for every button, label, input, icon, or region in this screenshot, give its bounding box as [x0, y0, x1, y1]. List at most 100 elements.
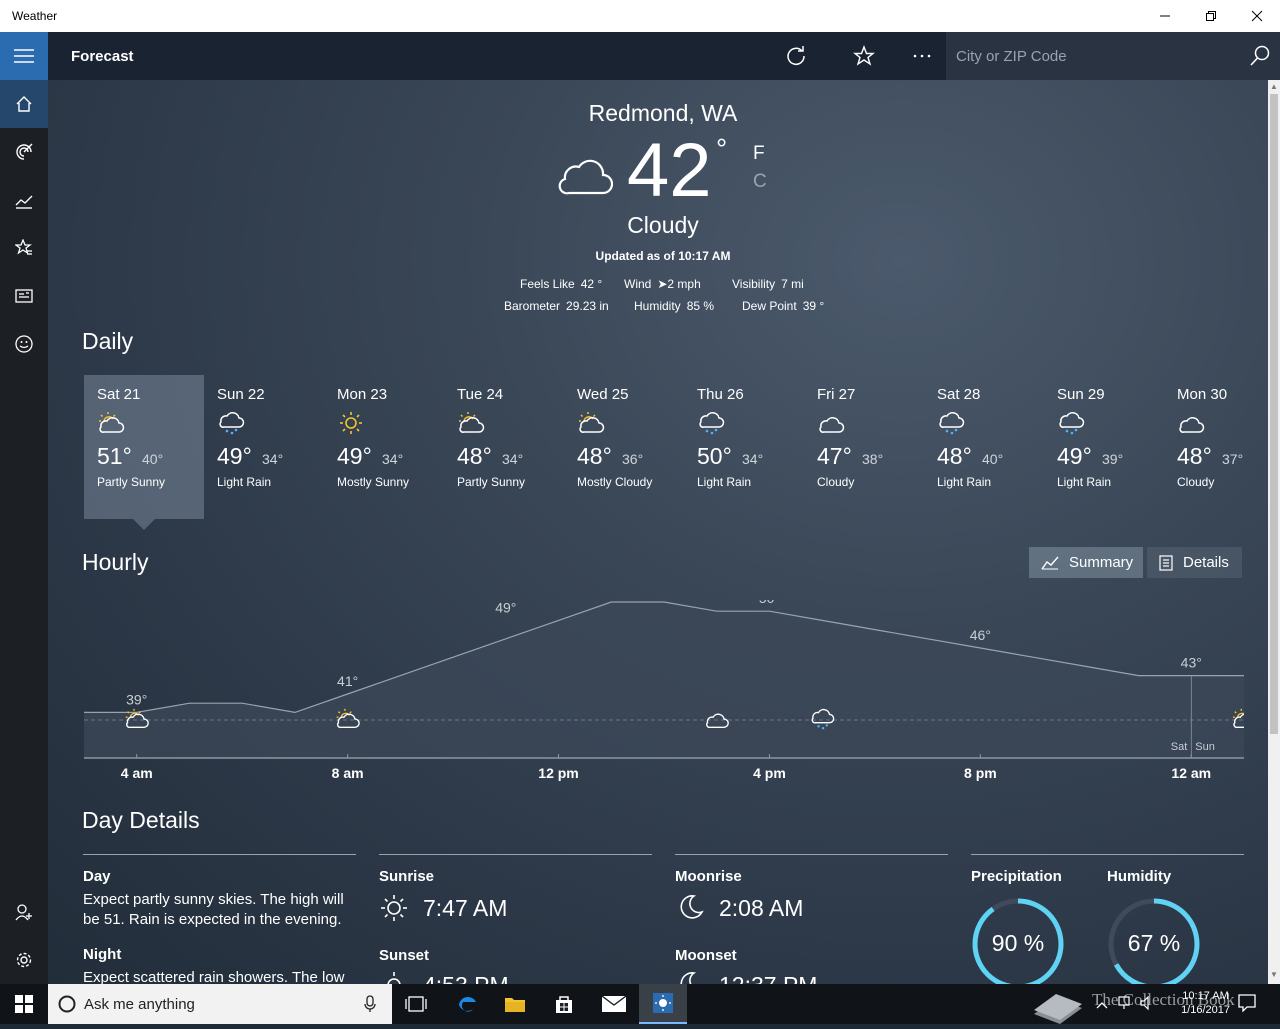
sidebar-item-feedback[interactable]	[0, 320, 48, 368]
home-icon	[16, 96, 32, 112]
wind-arrow-icon: ➤	[657, 277, 668, 291]
restore-button[interactable]	[1188, 0, 1234, 32]
night-text: Expect scattered rain showers. The low	[83, 969, 345, 984]
book-icon	[1034, 994, 1082, 1024]
user-add-icon	[15, 904, 32, 921]
weather-app-button[interactable]	[639, 984, 687, 1024]
daily-forecast-item[interactable]: Thu 26 50° 34° Light Rain	[684, 375, 804, 519]
day-low-temp: 34°	[262, 451, 284, 467]
humidity-label: Humidity	[1107, 868, 1172, 885]
daily-forecast-item[interactable]: Sat 28 48° 40° Light Rain	[924, 375, 1044, 519]
day-name: Tue 24	[457, 386, 504, 403]
day-name: Mon 23	[337, 386, 388, 403]
microphone-icon[interactable]	[364, 995, 376, 1013]
daily-forecast-item[interactable]: Tue 24 48° 34° Partly Sunny	[444, 375, 564, 519]
chart-icon	[1041, 556, 1059, 569]
daily-forecast-item[interactable]: Sun 22 49° 34° Light Rain	[204, 375, 324, 519]
search-input[interactable]	[956, 46, 1236, 66]
system-clock[interactable]: 10:17 AM 1/16/2017	[1181, 989, 1230, 1017]
volume-icon[interactable]	[1140, 995, 1156, 1015]
divider	[971, 854, 1244, 855]
network-icon[interactable]	[1118, 996, 1134, 1015]
summary-label: Summary	[1069, 554, 1134, 571]
day-condition: Light Rain	[1057, 475, 1112, 489]
stat-label: Feels Like	[520, 277, 575, 291]
day-low-temp: 39°	[1102, 451, 1124, 467]
updated-time: Updated as of 10:17 AM	[595, 249, 731, 263]
day-name: Sun 29	[1057, 386, 1105, 403]
more-button[interactable]	[904, 40, 940, 72]
refresh-button[interactable]	[778, 40, 814, 72]
x-axis-label: 8 pm	[964, 765, 997, 781]
moon-icon	[680, 895, 704, 919]
daily-forecast-item[interactable]: Mon 30 48° 37° Cloudy	[1164, 375, 1268, 519]
scroll-up-icon[interactable]: ▲	[1270, 82, 1278, 91]
cortana-search[interactable]: Ask me anything	[48, 984, 392, 1024]
day-low-temp: 40°	[142, 451, 164, 467]
wind-stat: Wind ➤2 mph	[624, 277, 701, 291]
search-icon	[1250, 45, 1270, 66]
mail-icon	[602, 996, 626, 1012]
app-header: Forecast	[48, 32, 1280, 80]
sidebar-item-places[interactable]	[0, 224, 48, 272]
day-name: Sun 22	[217, 386, 265, 403]
night-label: Night	[83, 946, 122, 963]
day-name: Sat 28	[937, 386, 981, 403]
sidebar-item-historical[interactable]	[0, 176, 48, 224]
tray-chevron-icon[interactable]	[1096, 996, 1108, 1014]
summary-tab[interactable]: Summary	[1029, 547, 1143, 578]
stat-value: 2 mph	[667, 277, 701, 291]
stat-label: Dew Point	[742, 299, 797, 313]
light-rain-icon	[1057, 411, 1085, 435]
minimize-button[interactable]	[1142, 0, 1188, 32]
light-rain-icon	[217, 411, 245, 435]
sunrise-icon	[381, 895, 407, 921]
favorite-button[interactable]	[846, 40, 882, 72]
cloud-icon	[817, 411, 845, 435]
notification-icon	[1238, 994, 1256, 1013]
daily-forecast-item[interactable]: Wed 25 48° 36° Mostly Cloudy	[564, 375, 684, 519]
day-low-temp: 34°	[742, 451, 764, 467]
sidebar-item-account[interactable]	[0, 888, 48, 936]
scrollbar[interactable]: ▲ ▼	[1268, 80, 1280, 984]
day-text-2: be 51. Rain is expected in the evening.	[83, 911, 342, 928]
file-explorer-button[interactable]	[491, 984, 539, 1024]
sidebar-item-news[interactable]	[0, 272, 48, 320]
details-tab[interactable]: Details	[1147, 547, 1242, 578]
day-high-temp: 48°	[577, 443, 612, 469]
unit-fahrenheit[interactable]: F	[753, 143, 765, 165]
stat-value: 39 °	[802, 299, 825, 313]
close-button[interactable]	[1234, 0, 1280, 32]
start-button[interactable]	[0, 984, 48, 1024]
scroll-down-icon[interactable]: ▼	[1270, 970, 1278, 979]
x-axis-label: 8 am	[332, 765, 364, 781]
feels-like-stat: Feels Like 42 °	[520, 277, 602, 291]
action-center-button[interactable]	[1238, 994, 1256, 1017]
humidity-stat: Humidity 85 %	[634, 299, 714, 313]
daily-forecast-item[interactable]: Sun 29 49° 39° Light Rain	[1044, 375, 1164, 519]
degree-symbol: °	[716, 133, 728, 164]
edge-button[interactable]	[443, 984, 491, 1024]
list-icon	[1159, 554, 1173, 571]
search-button[interactable]	[1248, 44, 1272, 68]
daily-forecast-item[interactable]: Mon 23 49° 34° Mostly Sunny	[324, 375, 444, 519]
current-condition: Cloudy	[627, 212, 699, 238]
sidebar-item-settings[interactable]	[0, 936, 48, 984]
moonrise-label: Moonrise	[675, 868, 742, 885]
sidebar-item-forecast[interactable]	[0, 80, 48, 128]
store-button[interactable]	[540, 984, 588, 1024]
scrollbar-thumb[interactable]	[1270, 94, 1278, 734]
sidebar-item-maps[interactable]	[0, 128, 48, 176]
task-view-button[interactable]	[392, 984, 440, 1024]
unit-celsius[interactable]: C	[753, 171, 767, 193]
details-label: Details	[1183, 554, 1229, 571]
hourly-temp-label: 49°	[495, 600, 516, 615]
window-title: Weather	[12, 9, 58, 23]
daily-forecast-item[interactable]: Sat 21 51° 40° Partly Sunny	[84, 375, 204, 519]
hamburger-menu-button[interactable]	[0, 32, 48, 80]
smiley-icon	[15, 335, 33, 353]
daily-forecast-item[interactable]: Fri 27 47° 38° Cloudy	[804, 375, 924, 519]
precipitation-label: Precipitation	[971, 868, 1062, 885]
mail-button[interactable]	[590, 984, 638, 1024]
sunrise-time: 7:47 AM	[423, 895, 508, 921]
